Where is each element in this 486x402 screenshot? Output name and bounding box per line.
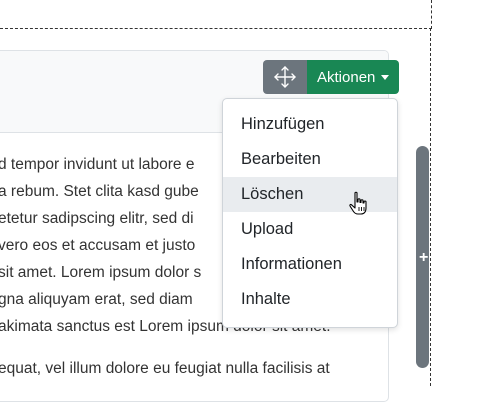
- body-text-2: equat, vel illum dolore eu feugiat nulla…: [0, 355, 418, 382]
- caret-down-icon: [381, 74, 390, 80]
- text-line: equat, vel illum dolore eu feugiat nulla…: [0, 360, 330, 377]
- move-button[interactable]: [263, 60, 307, 94]
- actions-dropdown-menu: Hinzufügen Bearbeiten Löschen Upload Inf…: [222, 98, 398, 328]
- menu-item-bearbeiten[interactable]: Bearbeiten: [223, 142, 397, 177]
- actions-button[interactable]: Aktionen: [307, 60, 400, 94]
- dashed-guide: [430, 28, 431, 386]
- menu-item-upload[interactable]: Upload: [223, 212, 397, 247]
- menu-item-informationen[interactable]: Informationen: [223, 247, 397, 282]
- plus-icon[interactable]: +: [419, 249, 428, 267]
- menu-list: Hinzufügen Bearbeiten Löschen Upload Inf…: [223, 99, 397, 317]
- hand-pointer-cursor-icon: [349, 191, 367, 215]
- menu-item-inhalte[interactable]: Inhalte: [223, 282, 397, 317]
- actions-label: Aktionen: [317, 68, 376, 86]
- menu-item-hinzufuegen[interactable]: Hinzufügen: [223, 107, 397, 142]
- menu-item-loeschen[interactable]: Löschen: [223, 177, 397, 212]
- card-toolbar: Aktionen: [263, 60, 400, 94]
- upper-region: [0, 0, 432, 29]
- move-arrows-icon: [274, 66, 296, 88]
